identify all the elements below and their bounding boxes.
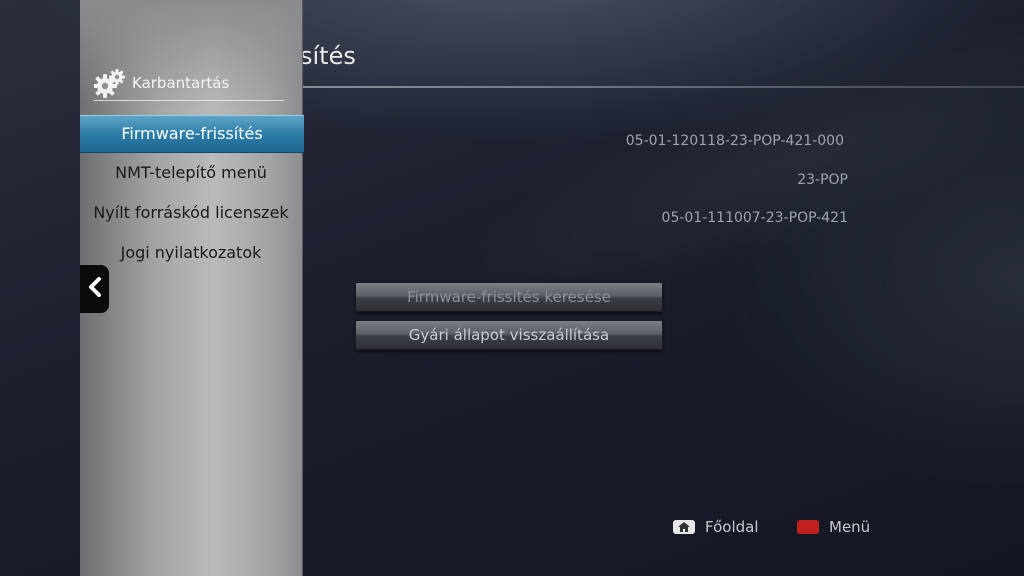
factory-reset-button[interactable]: Gyári állapot visszaállítása xyxy=(355,320,663,350)
sidebar-header-label: Karbantartás xyxy=(132,74,230,92)
collapse-sidebar-button[interactable] xyxy=(80,265,109,313)
page-title: sítés xyxy=(300,42,356,70)
legend-menu-label: Menü xyxy=(829,518,871,536)
sidebar-panel: Karbantartás Firmware-frissítés NMT-tele… xyxy=(80,0,304,576)
title-divider xyxy=(300,86,1024,88)
info-value-3: 05-01-111007-23-POP-421 xyxy=(661,210,848,226)
home-key-icon xyxy=(673,520,695,534)
red-key-icon xyxy=(797,520,819,534)
legend-home: Főoldal xyxy=(673,518,759,536)
background-streak xyxy=(268,0,1024,524)
sidebar-header: Karbantartás xyxy=(94,68,229,98)
sidebar-item-nmt-installer-menu[interactable]: NMT-telepítő menü xyxy=(80,155,302,191)
sidebar-item-firmware-update[interactable]: Firmware-frissítés xyxy=(80,115,304,153)
gears-icon xyxy=(94,68,126,98)
search-firmware-button[interactable]: Firmware-frissítés keresése xyxy=(355,282,663,312)
sidebar-item-legal-notices[interactable]: Jogi nyilatkozatok xyxy=(80,235,302,271)
info-value-1: 05-01-120118-23-POP-421-000 xyxy=(625,133,844,149)
info-value-2: 23-POP xyxy=(797,172,848,188)
sidebar-item-open-source-licenses[interactable]: Nyílt forráskód licenszek xyxy=(80,195,302,231)
chevron-left-icon xyxy=(88,277,102,301)
legend-home-label: Főoldal xyxy=(705,518,759,536)
legend-menu: Menü xyxy=(797,518,870,536)
sidebar-divider xyxy=(94,100,284,101)
